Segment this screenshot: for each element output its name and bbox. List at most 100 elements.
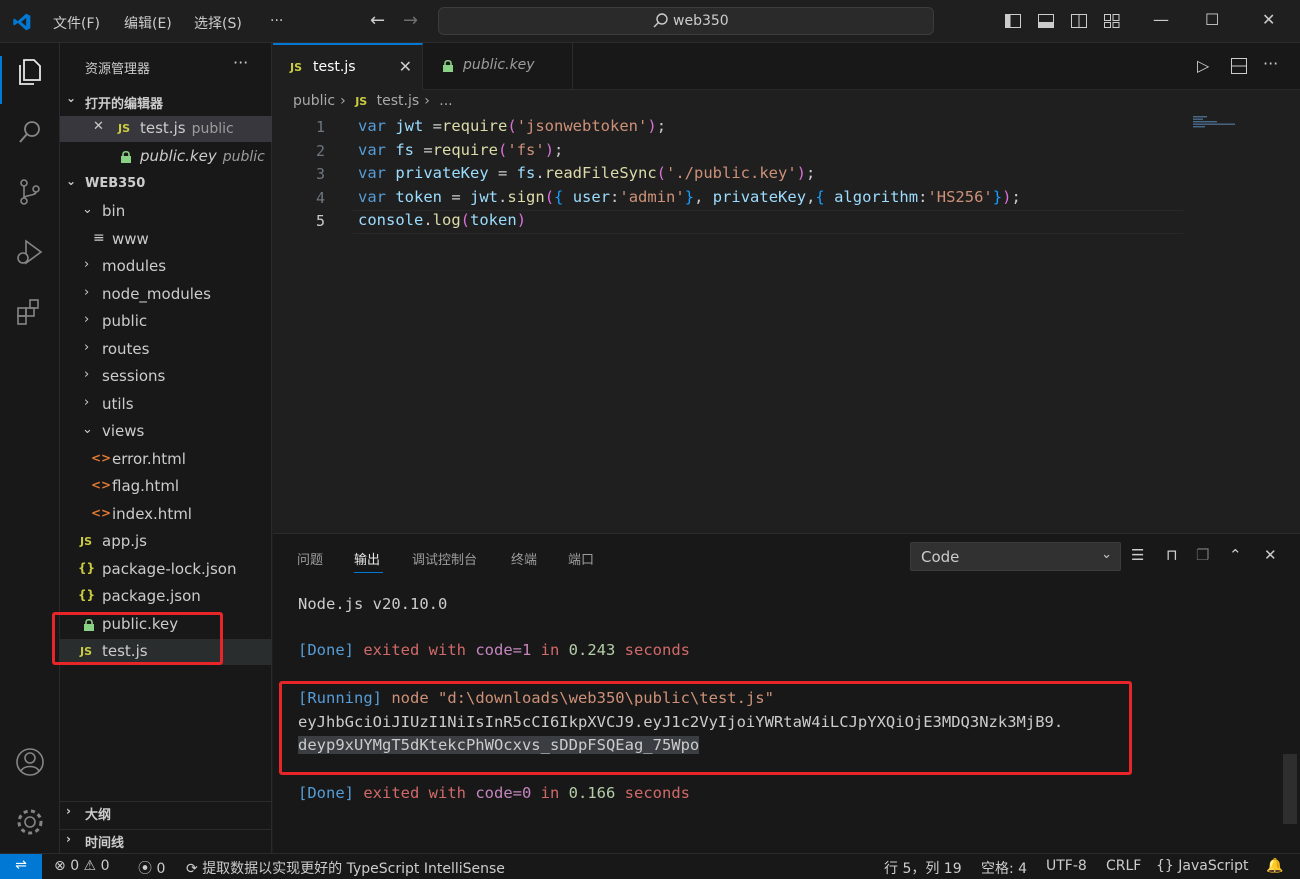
panel-tab-problems[interactable]: 问题 [297, 549, 323, 568]
tree-file-www[interactable]: ≡ www [60, 227, 272, 253]
timeline-header[interactable]: › 时间线 [60, 829, 272, 851]
file-label: package.json [102, 587, 201, 605]
tree-folder-utils[interactable]: › utils [60, 392, 272, 418]
tree-file-error-html[interactable]: <> error.html [60, 447, 272, 473]
more-actions-icon[interactable]: ··· [233, 53, 248, 72]
tree-file-package-json[interactable]: {} package.json [60, 584, 272, 610]
json-file-icon: {} [78, 561, 96, 575]
toggle-secondary-sidebar-icon[interactable] [1070, 12, 1088, 30]
js-file-icon: JS [118, 122, 131, 135]
split-editor-icon[interactable] [1230, 57, 1248, 75]
code-line-1: var jwt =require('jsonwebtoken'); [358, 117, 667, 135]
open-editor-public-key[interactable]: public.key public [60, 144, 272, 170]
file-folder: public [222, 149, 265, 165]
tree-file-flag-html[interactable]: <> flag.html [60, 474, 272, 500]
toggle-sidebar-icon[interactable] [1004, 12, 1022, 30]
indentation-status[interactable]: 空格: 4 [981, 858, 1027, 878]
close-window-button[interactable]: ✕ [1262, 10, 1275, 29]
close-icon[interactable]: ✕ [93, 119, 104, 134]
tree-folder-modules[interactable]: › modules [60, 254, 272, 280]
account-icon[interactable] [14, 746, 46, 778]
word-wrap-icon[interactable]: ☰ [1131, 546, 1144, 564]
encoding-status[interactable]: UTF-8 [1046, 858, 1087, 874]
intellisense-status[interactable]: ⟳ 提取数据以实现更好的 TypeScript IntelliSense [186, 858, 505, 878]
ports-status[interactable]: ⦿ 0 [138, 858, 165, 878]
open-editors-header[interactable]: ⌄ 打开的编辑器 [60, 91, 272, 113]
menu-edit[interactable]: 编辑(E) [124, 13, 172, 33]
breadcrumb-symbol[interactable]: ... [439, 93, 452, 109]
tree-folder-views[interactable]: ⌄ views [60, 419, 272, 445]
done-text: exited with [354, 784, 476, 802]
chevron-right-icon: › [66, 832, 71, 846]
lock-scroll-icon[interactable]: ⊓ [1166, 546, 1178, 564]
project-header[interactable]: ⌄ WEB350 [60, 174, 272, 196]
tree-folder-routes[interactable]: › routes [60, 337, 272, 363]
clear-output-icon[interactable]: ❐ [1196, 546, 1209, 564]
code-editor[interactable]: 1 2 3 4 5 var jwt =require('jsonwebtoken… [273, 114, 1300, 532]
settings-gear-icon[interactable] [14, 806, 46, 838]
panel-tab-debug-console[interactable]: 调试控制台 [412, 549, 477, 568]
forward-arrow-icon[interactable]: → [403, 10, 418, 31]
source-control-icon[interactable] [14, 176, 46, 208]
open-editor-label: test.js public [140, 119, 234, 137]
remote-indicator-icon[interactable]: ⇌ [0, 854, 42, 879]
editor-more-icon[interactable]: ··· [1263, 54, 1278, 73]
tree-folder-node-modules[interactable]: › node_modules [60, 282, 272, 308]
open-editor-test-js[interactable]: ✕ JS test.js public [60, 116, 272, 142]
language-status[interactable]: {} JavaScript [1156, 858, 1248, 874]
tree-folder-sessions[interactable]: › sessions [60, 364, 272, 390]
search-view-icon[interactable] [14, 116, 46, 148]
done-text: seconds [615, 641, 690, 659]
minimize-button[interactable]: — [1153, 10, 1169, 29]
notifications-bell-icon[interactable]: 🔔 [1266, 858, 1283, 874]
menu-selection[interactable]: 选择(S) [194, 13, 242, 33]
tree-file-index-html[interactable]: <> index.html [60, 502, 272, 528]
output-channel-select[interactable]: Code ⌄ [910, 542, 1121, 571]
output-done-line-2: [Done] exited with code=0 in 0.166 secon… [298, 784, 690, 802]
panel-tab-output[interactable]: 输出 [354, 549, 380, 568]
chevron-right-icon: › [84, 367, 90, 382]
tree-file-package-lock-json[interactable]: {} package-lock.json [60, 557, 272, 583]
file-label: flag.html [112, 477, 180, 495]
exit-code: code=1 [475, 641, 532, 659]
back-arrow-icon[interactable]: ← [370, 10, 385, 31]
menu-file[interactable]: 文件(F) [53, 13, 100, 33]
customize-layout-icon[interactable] [1103, 12, 1121, 30]
maximize-button[interactable]: ☐ [1205, 10, 1219, 29]
toggle-panel-icon[interactable] [1037, 12, 1055, 30]
command-center-search[interactable]: web350 [438, 7, 934, 35]
panel-tab-terminal[interactable]: 终端 [511, 549, 537, 568]
close-panel-icon[interactable]: ✕ [1264, 546, 1277, 564]
file-label: app.js [102, 532, 147, 550]
menu-more[interactable]: ··· [270, 13, 283, 29]
html-file-icon: <> [91, 506, 112, 520]
tree-folder-public[interactable]: › public [60, 309, 272, 335]
file-folder: public [191, 121, 234, 137]
explorer-sidebar: 资源管理器 ··· ⌄ 打开的编辑器 ✕ JS test.js public pu… [60, 43, 272, 853]
json-file-icon: {} [78, 588, 96, 602]
language-label: JavaScript [1178, 858, 1249, 874]
html-file-icon: <> [91, 478, 112, 492]
chevron-right-icon: › [84, 312, 90, 327]
minimap[interactable] [1193, 116, 1263, 128]
tree-file-app-js[interactable]: JS app.js [60, 529, 272, 555]
problems-status[interactable]: ⊗ 0 ⚠ 0 [54, 858, 109, 874]
panel-scrollbar[interactable] [1283, 754, 1297, 824]
explorer-title: 资源管理器 [85, 62, 151, 77]
breadcrumb-file[interactable]: test.js [377, 93, 420, 109]
tab-test-js[interactable]: JS test.js ✕ [273, 43, 423, 90]
outline-header[interactable]: › 大纲 [60, 801, 272, 823]
maximize-panel-icon[interactable]: ⌃ [1229, 546, 1242, 564]
extensions-icon[interactable] [14, 296, 46, 328]
tab-public-key[interactable]: public.key [423, 43, 573, 90]
explorer-icon[interactable] [14, 56, 46, 88]
eol-status[interactable]: CRLF [1106, 858, 1141, 874]
breadcrumb-folder[interactable]: public [293, 93, 335, 109]
folder-label: routes [102, 340, 150, 358]
cursor-position[interactable]: 行 5，列 19 [884, 858, 962, 878]
panel-tab-ports[interactable]: 端口 [568, 549, 594, 568]
run-code-icon[interactable]: ▷ [1197, 56, 1209, 75]
close-tab-icon[interactable]: ✕ [399, 57, 412, 76]
tree-folder-bin[interactable]: ⌄ bin [60, 199, 272, 225]
run-debug-icon[interactable] [14, 236, 46, 268]
